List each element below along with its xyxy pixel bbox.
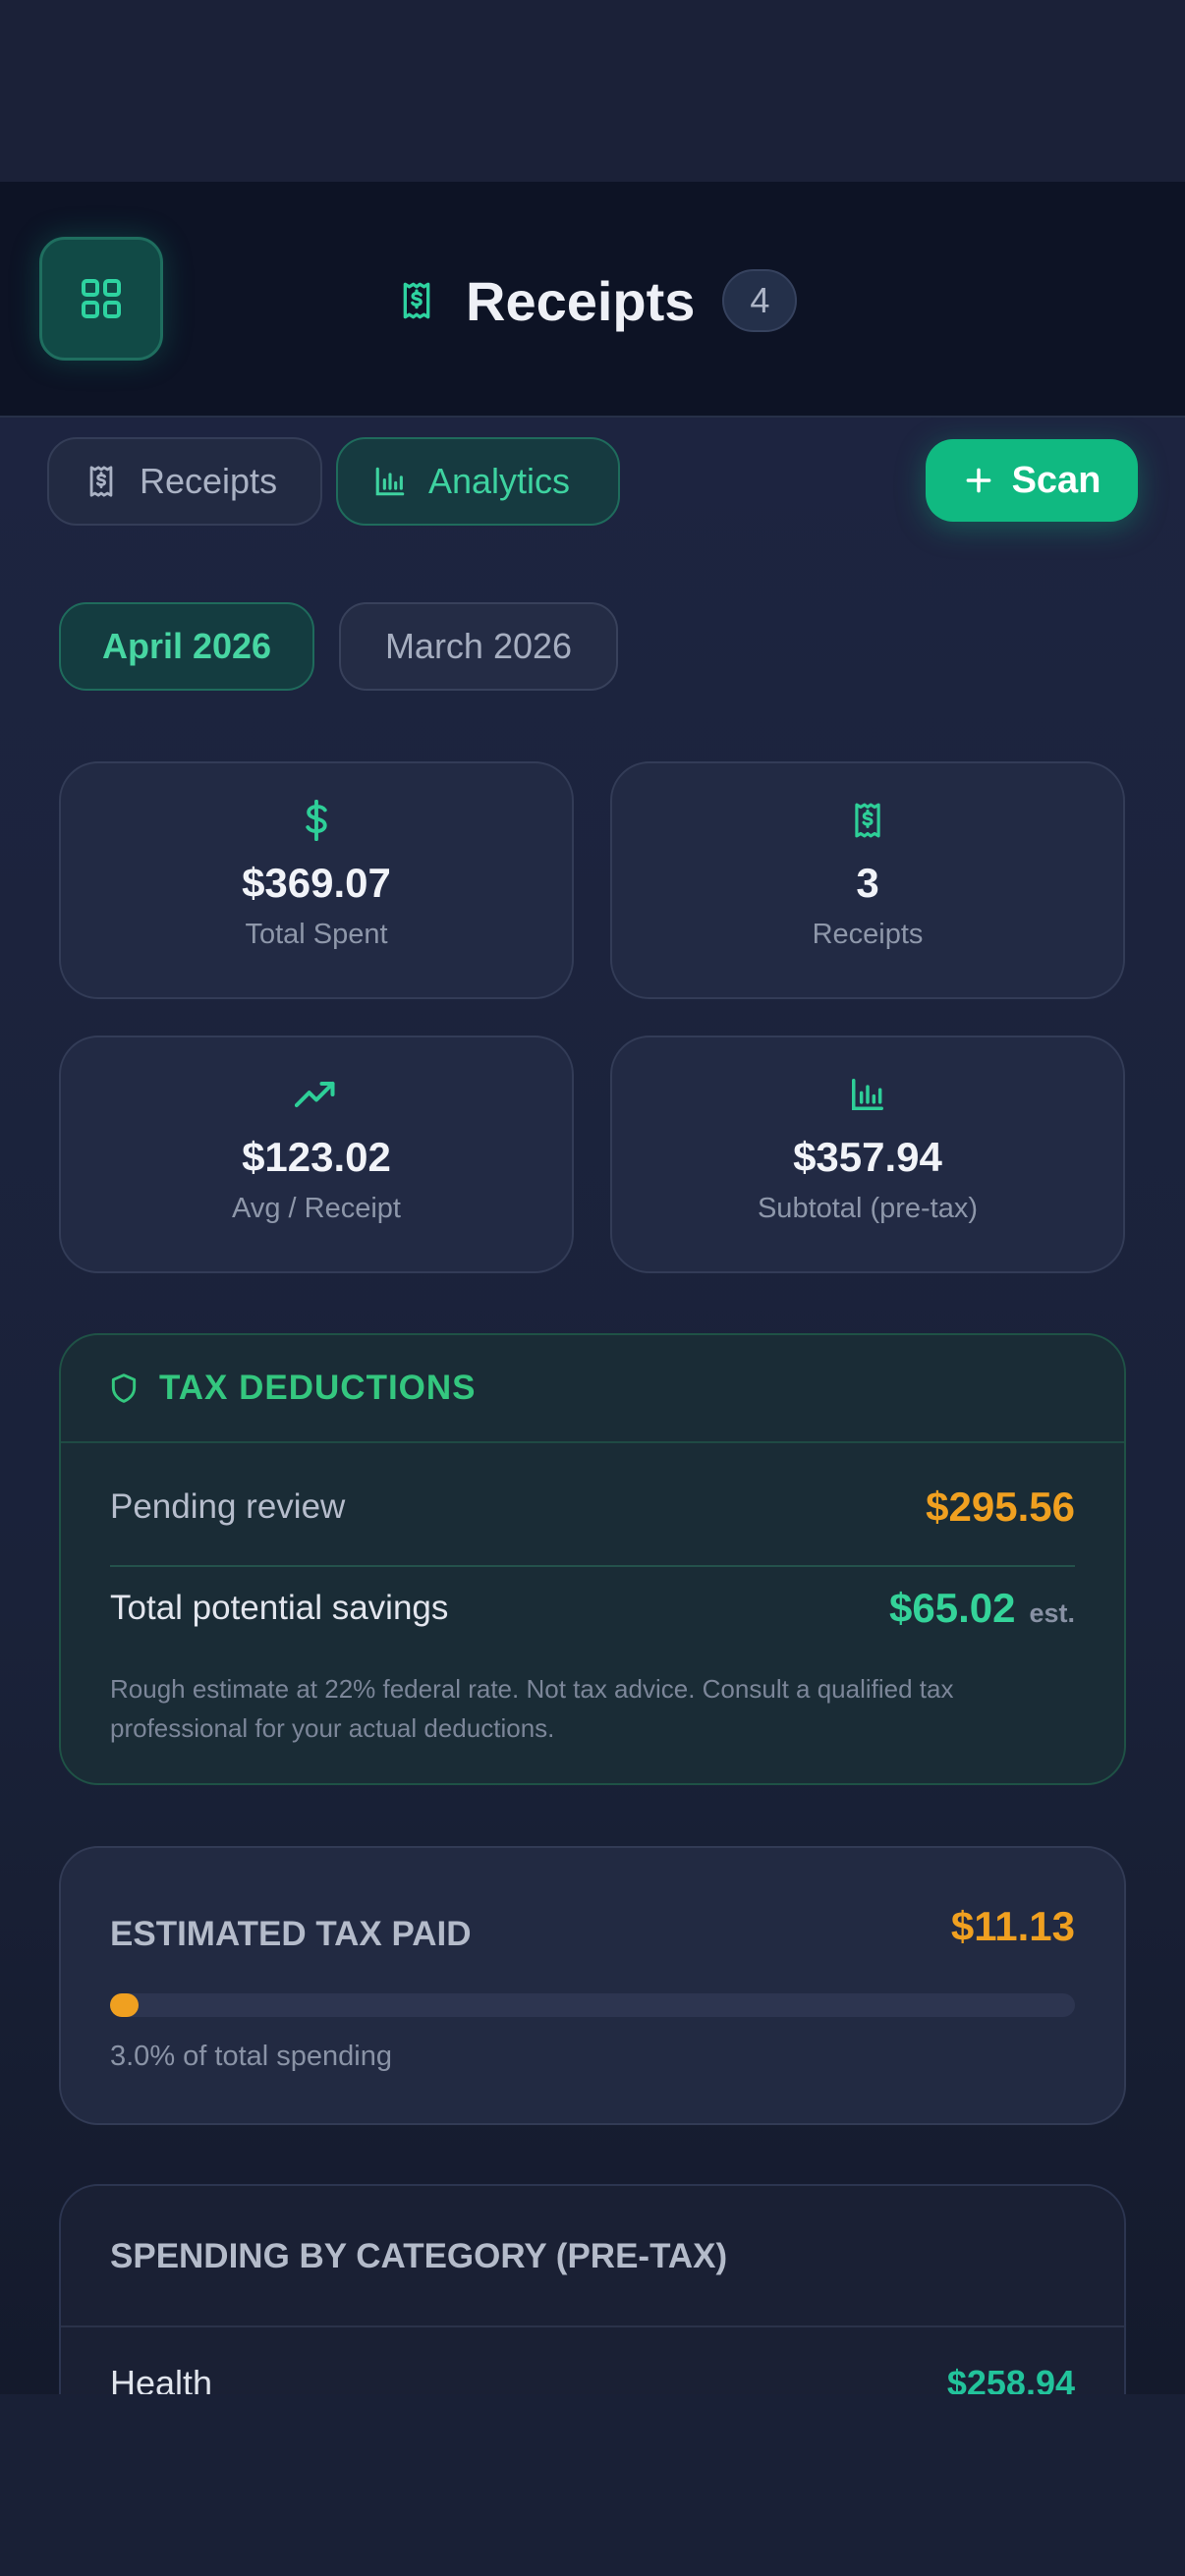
- shield-icon: [111, 1373, 137, 1403]
- page-title-group: Receipts 4: [397, 266, 798, 335]
- spending-by-category-card: SPENDING BY CATEGORY (PRE-TAX) Health $2…: [59, 2184, 1126, 2394]
- month-pill-april-2026[interactable]: April 2026: [59, 602, 314, 691]
- stat-card-subtotal: $357.94 Subtotal (pre-tax): [610, 1036, 1125, 1273]
- stat-value: $369.07: [242, 860, 391, 906]
- estimated-tax-card: ESTIMATED TAX PAID $11.13 3.0% of total …: [59, 1846, 1126, 2125]
- tax-disclaimer: Rough estimate at 22% federal rate. Not …: [110, 1674, 954, 1743]
- pending-review-label: Pending review: [110, 1487, 346, 1526]
- stat-card-receipts: 3 Receipts: [610, 761, 1125, 999]
- pending-review-row: Pending review $295.56: [110, 1478, 1075, 1537]
- status-bar-area: [0, 0, 1185, 182]
- stat-card-total-spent: $369.07 Total Spent: [59, 761, 574, 999]
- grid-icon: [82, 279, 121, 318]
- page-title: Receipts: [466, 269, 696, 332]
- plus-icon: [966, 468, 990, 493]
- category-amount: $258.94: [946, 2363, 1075, 2394]
- tax-deductions-title: TAX DEDUCTIONS: [159, 1369, 477, 1407]
- estimate-suffix: est.: [1029, 1598, 1075, 1628]
- stat-label: Subtotal (pre-tax): [757, 1193, 979, 1224]
- bottom-system-bar: [0, 2394, 1185, 2576]
- tax-deductions-card: TAX DEDUCTIONS Pending review $295.56 To…: [59, 1333, 1126, 1785]
- tax-progress-fill: [110, 1993, 140, 2017]
- pending-review-value: $295.56: [926, 1484, 1075, 1530]
- trending-up-icon: [295, 1081, 335, 1108]
- tab-receipts-label: Receipts: [140, 461, 278, 501]
- stat-label: Total Spent: [245, 919, 388, 950]
- scan-button-label: Scan: [1011, 459, 1101, 501]
- tax-progress-track: [110, 1993, 1075, 2017]
- estimated-tax-value: $11.13: [950, 1903, 1075, 1949]
- total-savings-row: Total potential savings $65.02 est.: [110, 1579, 1075, 1638]
- bar-chart-icon: [375, 467, 405, 496]
- spending-by-category-title: SPENDING BY CATEGORY (PRE-TAX): [110, 2237, 728, 2275]
- category-name: Health: [110, 2363, 213, 2394]
- total-savings-value-group: $65.02 est.: [889, 1585, 1075, 1632]
- tax-deductions-header: TAX DEDUCTIONS: [61, 1335, 1124, 1443]
- month-pill-march-2026[interactable]: March 2026: [339, 602, 618, 691]
- analytics-view: Receipts Analytics Scan April 2026 March…: [0, 418, 1185, 2394]
- divider: [61, 2325, 1124, 2327]
- grid-menu-button[interactable]: [39, 237, 163, 361]
- stat-label: Receipts: [812, 919, 924, 950]
- stat-label: Avg / Receipt: [232, 1193, 401, 1224]
- tab-receipts[interactable]: Receipts: [47, 437, 322, 526]
- stat-value: 3: [856, 860, 879, 906]
- scan-button[interactable]: Scan: [926, 439, 1138, 522]
- receipt-icon: [855, 803, 880, 838]
- stat-value: $123.02: [242, 1134, 391, 1180]
- total-savings-label: Total potential savings: [110, 1589, 449, 1627]
- estimated-tax-title: ESTIMATED TAX PAID: [110, 1915, 472, 1953]
- estimated-tax-subtitle: 3.0% of total spending: [110, 2041, 392, 2072]
- bar-chart-icon: [852, 1079, 883, 1110]
- receipt-icon: [89, 466, 113, 497]
- app-header: Receipts 4: [0, 182, 1185, 418]
- receipt-count-badge: 4: [722, 269, 798, 332]
- stat-card-avg-receipt: $123.02 Avg / Receipt: [59, 1036, 574, 1273]
- total-savings-value: $65.02: [889, 1585, 1016, 1631]
- divider: [110, 1565, 1075, 1567]
- stat-value: $357.94: [793, 1134, 942, 1180]
- tab-analytics-label: Analytics: [428, 461, 571, 501]
- category-row[interactable]: Health $258.94: [110, 2363, 1075, 2394]
- receipt-icon: [403, 282, 430, 319]
- tab-analytics[interactable]: Analytics: [336, 437, 620, 526]
- dollar-icon: [306, 800, 327, 841]
